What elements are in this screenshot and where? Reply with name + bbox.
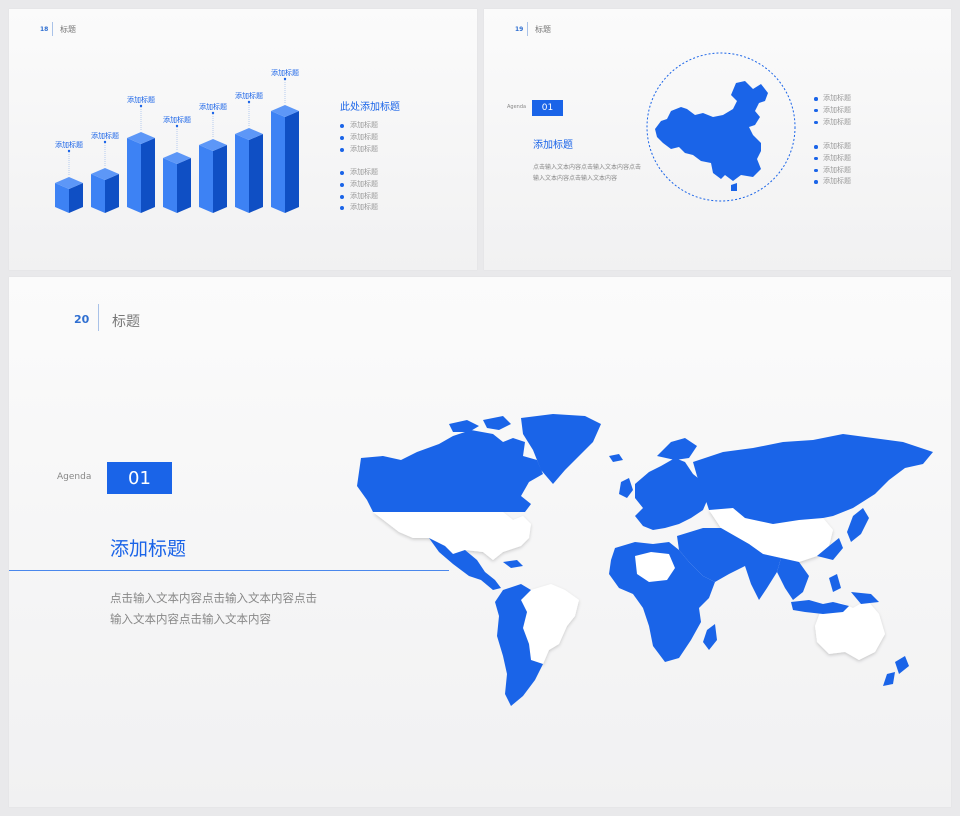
bar-face [199, 145, 213, 213]
section-number: 01 [128, 467, 151, 489]
section-title: 添加标题 [533, 140, 573, 151]
bar-category-label: 添加标题 [199, 102, 227, 111]
bullet-list-1: 添加标题 添加标题 添加标题 [814, 93, 851, 128]
bar-face [271, 111, 285, 213]
section-number-box: 01 [107, 462, 172, 494]
list-item: 添加标题 [340, 191, 378, 203]
leader-dot [175, 124, 179, 128]
list-item: 添加标题 [340, 120, 378, 132]
header-title: 标题 [535, 25, 551, 34]
list-item: 添加标题 [814, 165, 851, 177]
slide-20[interactable]: 20 标题 Agenda 01 添加标题 点击输入文本内容点击输入文本内容点击 … [9, 277, 951, 807]
bar-face [141, 138, 155, 213]
agenda-label: Agenda [507, 104, 527, 110]
leader-dot [283, 77, 287, 81]
body-line: 点击输入文本内容点击输入文本内容点击 [533, 164, 642, 171]
header-separator [52, 22, 53, 36]
list-item: 添加标题 [814, 153, 851, 165]
bar [127, 132, 155, 213]
section-title: 添加标题 [110, 538, 187, 560]
leader-dot [139, 104, 143, 108]
list-item: 添加标题 [814, 93, 851, 105]
bar-face [235, 134, 249, 213]
list-item: 添加标题 [814, 141, 851, 153]
body-text: 点击输入文本内容点击输入文本内容点击 输入文本内容点击输入文本内容 [110, 588, 317, 630]
leader-dot [247, 100, 251, 104]
list-item: 添加标题 [814, 176, 851, 188]
bar-face [213, 145, 227, 213]
leader-dot [67, 149, 71, 153]
bar-chart: 添加标题添加标题添加标题添加标题添加标题添加标题添加标题 [55, 68, 299, 213]
bar-face [91, 174, 105, 213]
list-item: 添加标题 [340, 179, 378, 191]
body-text: 点击输入文本内容点击输入文本内容点击 输入文本内容点击输入文本内容 [533, 162, 641, 184]
leader-dot [103, 140, 107, 144]
bullet-list-2: 添加标题 添加标题 添加标题 添加标题 [814, 141, 851, 188]
agenda-label: Agenda [57, 472, 92, 482]
page-number: 19 [515, 26, 524, 33]
list-item: 添加标题 [814, 105, 851, 117]
list-item: 添加标题 [340, 167, 378, 179]
bar-face [127, 138, 141, 213]
list-item: 添加标题 [814, 117, 851, 129]
section-number-box: 01 [532, 100, 563, 116]
bar-category-label: 添加标题 [91, 131, 119, 140]
bullet-list-2: 添加标题 添加标题 添加标题 添加标题 [340, 167, 378, 214]
world-map-icon [357, 414, 933, 706]
bar-category-label: 添加标题 [127, 95, 155, 104]
china-map-icon [646, 52, 796, 202]
list-title: 此处添加标题 [340, 102, 400, 113]
bar-face [285, 111, 299, 213]
bar-face [249, 134, 263, 213]
bar [163, 152, 191, 213]
header-title: 标题 [112, 314, 140, 330]
list-item: 添加标题 [340, 202, 378, 214]
header-title: 标题 [60, 25, 76, 34]
bar [91, 168, 119, 213]
list-item: 添加标题 [340, 144, 378, 156]
body-line: 输入文本内容点击输入文本内容 [533, 175, 618, 182]
slide-19[interactable]: 19 标题 Agenda 01 添加标题 点击输入文本内容点击输入文本内容点击 … [484, 9, 951, 270]
bar [199, 139, 227, 213]
bar-face [163, 158, 177, 213]
body-line: 输入文本内容点击输入文本内容 [110, 612, 271, 626]
bar [271, 105, 299, 213]
bar-category-label: 添加标题 [163, 115, 191, 124]
bar-category-label: 添加标题 [271, 68, 299, 77]
bar-face [105, 174, 119, 213]
bar [235, 128, 263, 213]
page-number: 18 [40, 26, 49, 33]
bar [55, 177, 83, 213]
page-number: 20 [74, 313, 90, 326]
bar-category-label: 添加标题 [235, 91, 263, 100]
header-separator [527, 22, 528, 36]
bar-face [177, 158, 191, 213]
header-separator [98, 304, 99, 331]
bar-category-label: 添加标题 [55, 140, 83, 149]
list-item: 添加标题 [340, 132, 378, 144]
body-line: 点击输入文本内容点击输入文本内容点击 [110, 591, 317, 605]
slide-18[interactable]: 18 标题 添加标题 添加标题 添加标题 添加标题 添加标题 添加标题 添加标题 此处添加标… [9, 9, 477, 270]
section-number: 01 [541, 103, 554, 113]
leader-dot [211, 111, 215, 115]
bullet-list-1: 添加标题 添加标题 添加标题 [340, 120, 378, 155]
